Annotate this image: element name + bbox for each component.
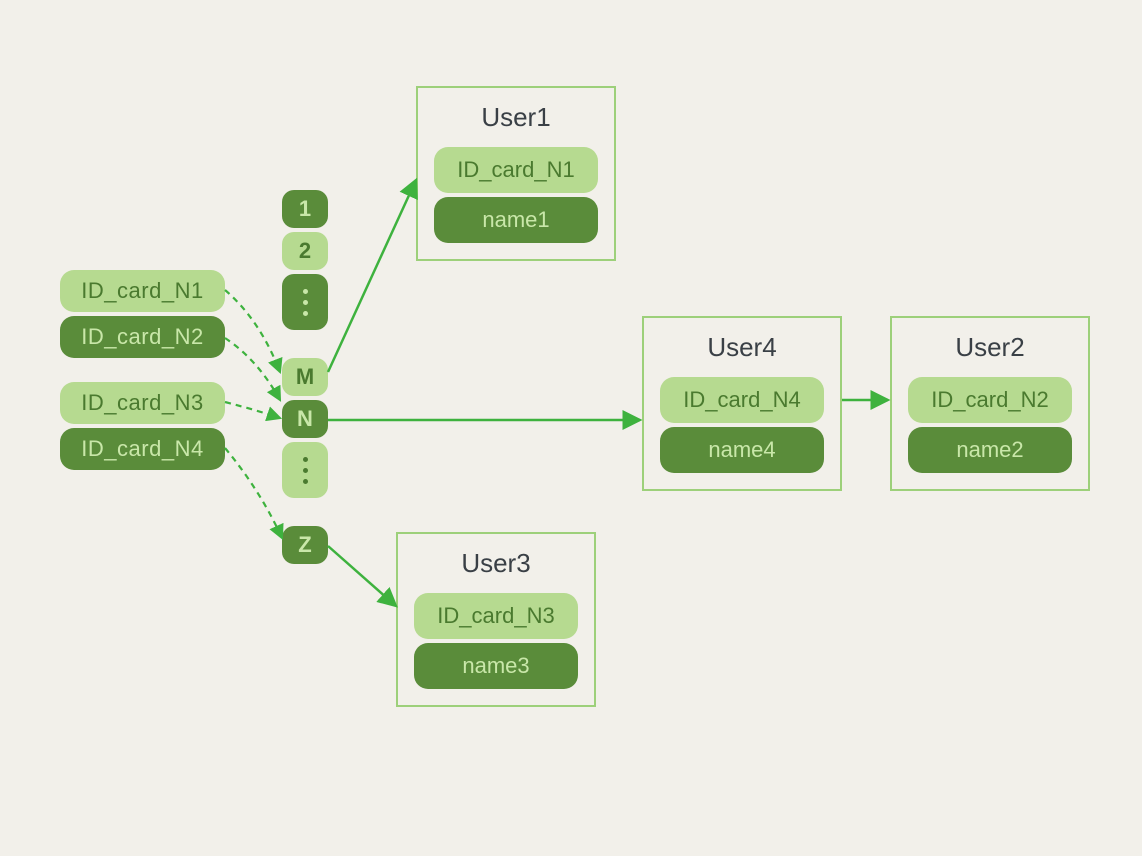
user3-box: User3 ID_card_N3 name3 (396, 532, 596, 707)
bucket-n: N (282, 400, 328, 438)
key-pill-1: ID_card_N1 (60, 270, 225, 312)
user4-name: name4 (660, 427, 824, 473)
bucket-z: Z (282, 526, 328, 564)
user1-name: name1 (434, 197, 598, 243)
dash-arrow-1 (225, 290, 280, 372)
user1-box: User1 ID_card_N1 name1 (416, 86, 616, 261)
user4-id: ID_card_N4 (660, 377, 824, 423)
user2-id: ID_card_N2 (908, 377, 1072, 423)
bucket-m: M (282, 358, 328, 396)
bucket-2: 2 (282, 232, 328, 270)
arrow-bucket-to-user1 (328, 180, 416, 372)
user2-name: name2 (908, 427, 1072, 473)
bucket-ellipsis-bottom (282, 442, 328, 498)
user2-title: User2 (908, 332, 1072, 363)
user4-title: User4 (660, 332, 824, 363)
user1-title: User1 (434, 102, 598, 133)
hash-diagram: ID_card_N1 ID_card_N2 ID_card_N3 ID_card… (0, 0, 1142, 856)
dash-arrow-3 (225, 402, 280, 418)
dash-arrow-2 (225, 338, 280, 400)
bucket-ellipsis-top (282, 274, 328, 330)
key-pill-4: ID_card_N4 (60, 428, 225, 470)
user3-id: ID_card_N3 (414, 593, 578, 639)
key-pill-3: ID_card_N3 (60, 382, 225, 424)
user2-box: User2 ID_card_N2 name2 (890, 316, 1090, 491)
dash-arrow-4 (225, 448, 282, 538)
bucket-1: 1 (282, 190, 328, 228)
user1-id: ID_card_N1 (434, 147, 598, 193)
key-pill-2: ID_card_N2 (60, 316, 225, 358)
user3-title: User3 (414, 548, 578, 579)
arrow-bucket-to-user3 (328, 546, 396, 606)
user3-name: name3 (414, 643, 578, 689)
user4-box: User4 ID_card_N4 name4 (642, 316, 842, 491)
